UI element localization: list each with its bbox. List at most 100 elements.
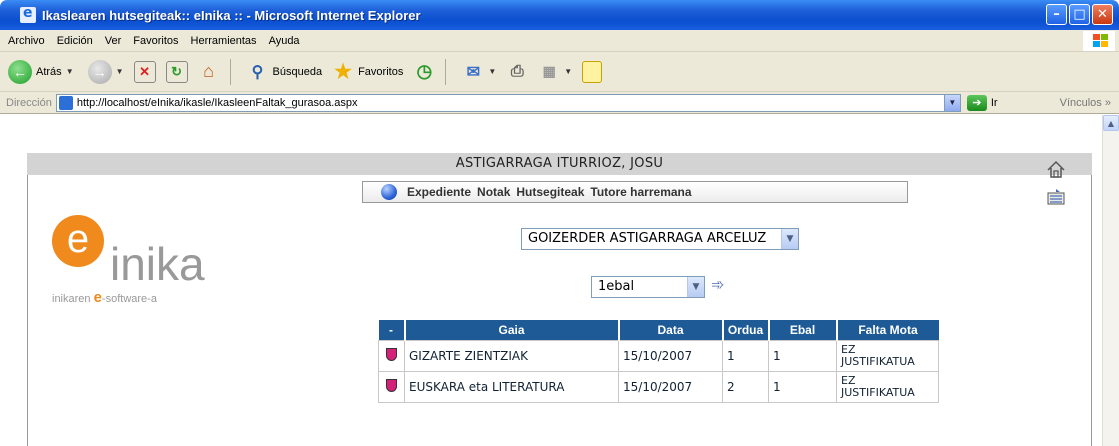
menu-ayuda[interactable]: Ayuda bbox=[269, 35, 300, 47]
nav-tutore-harremana[interactable]: Tutore harremana bbox=[590, 185, 691, 199]
cell-gaia: EUSKARA eta LITERATURA bbox=[404, 370, 619, 403]
navigation-menu: Expediente Notak Hutsegiteak Tutore harr… bbox=[362, 181, 908, 203]
student-select-value[interactable]: GOIZERDER ASTIGARRAGA ARCELUZ bbox=[528, 231, 766, 246]
absences-table: - Gaia Data Ordua Ebal Falta Mota GIZART… bbox=[378, 320, 939, 403]
toolbar-separator bbox=[229, 58, 231, 85]
window-controls: – □ ✕ bbox=[1046, 4, 1113, 25]
user-name-bar: ASTIGARRAGA ITURRIOZ, JOSU bbox=[27, 153, 1092, 175]
col-header-ebal: Ebal bbox=[768, 320, 838, 340]
col-header-data: Data bbox=[618, 320, 724, 340]
einika-logo: e inika inikaren e-software-a bbox=[52, 215, 222, 315]
evaluation-select-value[interactable]: 1ebal bbox=[598, 279, 634, 294]
evaluation-select[interactable]: 1ebal ▼ bbox=[591, 276, 705, 298]
col-header-ordua: Ordua bbox=[722, 320, 770, 340]
back-arrow-icon[interactable]: ← bbox=[8, 59, 32, 84]
cell-gaia: GIZARTE ZIENTZIAK bbox=[404, 339, 619, 372]
table-row[interactable]: EUSKARA eta LITERATURA 15/10/2007 2 1 EZ… bbox=[378, 370, 939, 403]
window-title-bar[interactable]: Ikaslearen hutsegiteak:: eInika :: - Mic… bbox=[0, 0, 1119, 30]
mail-dropdown-icon[interactable]: ▼ bbox=[488, 67, 496, 76]
student-select[interactable]: GOIZERDER ASTIGARRAGA ARCELUZ ▼ bbox=[521, 228, 799, 250]
nav-expediente[interactable]: Expediente bbox=[407, 185, 471, 199]
go-button[interactable]: ➔ Ir bbox=[966, 94, 998, 111]
logo-e-circle: e bbox=[52, 215, 104, 267]
edit-icon[interactable]: ▦ bbox=[538, 61, 560, 83]
back-dropdown-icon[interactable]: ▼ bbox=[66, 67, 74, 76]
falta-line-1: EZ bbox=[841, 342, 856, 356]
links-button[interactable]: Vínculos » bbox=[1060, 97, 1111, 109]
nav-hutsegiteak[interactable]: Hutsegiteak bbox=[516, 185, 584, 199]
page-icon bbox=[58, 95, 73, 110]
minimize-button[interactable]: – bbox=[1046, 4, 1067, 25]
cell-ebal: 1 bbox=[768, 339, 837, 372]
cell-ordua: 2 bbox=[722, 370, 769, 403]
page-viewport: ▲ ASTIGARRAGA ITURRIOZ, JOSU Expediente … bbox=[0, 115, 1119, 446]
menu-ball-icon bbox=[381, 184, 397, 200]
logo-tag-prefix: inikaren bbox=[52, 293, 94, 305]
chevron-down-icon[interactable]: ▼ bbox=[687, 277, 704, 297]
logo-tag-e: e bbox=[93, 289, 102, 306]
menu-favoritos[interactable]: Favoritos bbox=[133, 35, 178, 47]
scroll-up-icon[interactable]: ▲ bbox=[1103, 115, 1119, 131]
browser-toolbar: ← Atrás ▼ → ▼ ✕ ↻ ⌂ ⚲ Búsqueda ★ Favorit… bbox=[0, 52, 1119, 92]
toolbar-separator bbox=[445, 58, 447, 85]
go-arrow-icon[interactable]: ➾ bbox=[711, 275, 724, 294]
vertical-scrollbar[interactable]: ▲ bbox=[1102, 115, 1119, 446]
windows-logo-icon bbox=[1083, 31, 1115, 51]
search-icon[interactable]: ⚲ bbox=[247, 61, 269, 83]
table-row[interactable]: GIZARTE ZIENTZIAK 15/10/2007 1 1 EZ JUSTI… bbox=[378, 339, 939, 372]
cell-falta-mota: EZ JUSTIFIKATUA bbox=[836, 339, 939, 372]
col-header-gaia: Gaia bbox=[404, 320, 620, 340]
favorites-star-icon[interactable]: ★ bbox=[332, 61, 354, 83]
logo-tag-suffix: -software-a bbox=[101, 293, 157, 305]
logo-tagline: inikaren e-software-a bbox=[52, 289, 157, 306]
col-header-icon: - bbox=[378, 320, 406, 340]
messenger-icon[interactable] bbox=[582, 60, 603, 83]
window-title: Ikaslearen hutsegiteak:: eInika :: - Mic… bbox=[42, 7, 421, 23]
search-button-label[interactable]: Búsqueda bbox=[273, 66, 323, 78]
history-icon[interactable]: ◷ bbox=[413, 61, 435, 83]
cell-falta-mota: EZ JUSTIFIKATUA bbox=[836, 370, 939, 403]
cell-data: 15/10/2007 bbox=[618, 339, 723, 372]
falta-line-1: EZ bbox=[841, 373, 856, 387]
home-icon[interactable]: ⌂ bbox=[198, 61, 220, 83]
menu-herramientas[interactable]: Herramientas bbox=[191, 35, 257, 47]
col-header-falta-mota: Falta Mota bbox=[836, 320, 939, 340]
absence-shield-icon bbox=[378, 370, 405, 403]
exit-icon[interactable] bbox=[1046, 187, 1066, 207]
back-button-label[interactable]: Atrás bbox=[36, 66, 62, 78]
go-label[interactable]: Ir bbox=[991, 97, 998, 109]
close-button[interactable]: ✕ bbox=[1092, 4, 1113, 25]
menu-edicion[interactable]: Edición bbox=[57, 35, 93, 47]
cell-ordua: 1 bbox=[722, 339, 769, 372]
forward-arrow-icon[interactable]: → bbox=[87, 59, 112, 84]
favorites-button-label[interactable]: Favoritos bbox=[358, 66, 403, 78]
address-bar: Dirección http://localhost/eInika/ikasle… bbox=[0, 92, 1119, 114]
go-arrow-icon[interactable]: ➔ bbox=[966, 94, 987, 111]
refresh-icon[interactable]: ↻ bbox=[165, 60, 188, 83]
stop-icon[interactable]: ✕ bbox=[133, 60, 156, 83]
chevron-down-icon[interactable]: ▼ bbox=[781, 229, 798, 249]
mail-icon[interactable]: ✉ bbox=[462, 61, 484, 83]
cell-data: 15/10/2007 bbox=[618, 370, 723, 403]
cell-ebal: 1 bbox=[768, 370, 837, 403]
falta-line-2: JUSTIFIKATUA bbox=[841, 385, 915, 399]
absence-shield-icon bbox=[378, 339, 405, 372]
menu-archivo[interactable]: Archivo bbox=[8, 35, 45, 47]
forward-dropdown-icon[interactable]: ▼ bbox=[116, 67, 124, 76]
edit-dropdown-icon[interactable]: ▼ bbox=[564, 67, 572, 76]
falta-line-2: JUSTIFIKATUA bbox=[841, 354, 915, 368]
table-header-row: - Gaia Data Ordua Ebal Falta Mota bbox=[378, 320, 939, 340]
address-url[interactable]: http://localhost/eInika/ikasle/IkasleenF… bbox=[77, 97, 358, 109]
address-dropdown-icon[interactable]: ▼ bbox=[943, 94, 960, 111]
print-icon[interactable]: ⎙ bbox=[506, 61, 528, 83]
nav-notak[interactable]: Notak bbox=[477, 185, 510, 199]
maximize-button[interactable]: □ bbox=[1069, 4, 1090, 25]
menu-bar: Archivo Edición Ver Favoritos Herramient… bbox=[0, 30, 1119, 52]
logo-word: inika bbox=[110, 238, 205, 290]
ie-app-icon bbox=[20, 5, 36, 23]
home-icon[interactable] bbox=[1046, 160, 1066, 180]
address-input[interactable]: http://localhost/eInika/ikasle/IkasleenF… bbox=[55, 93, 961, 112]
links-label[interactable]: Vínculos bbox=[1060, 97, 1102, 109]
menu-ver[interactable]: Ver bbox=[105, 35, 122, 47]
address-label: Dirección bbox=[6, 96, 52, 109]
